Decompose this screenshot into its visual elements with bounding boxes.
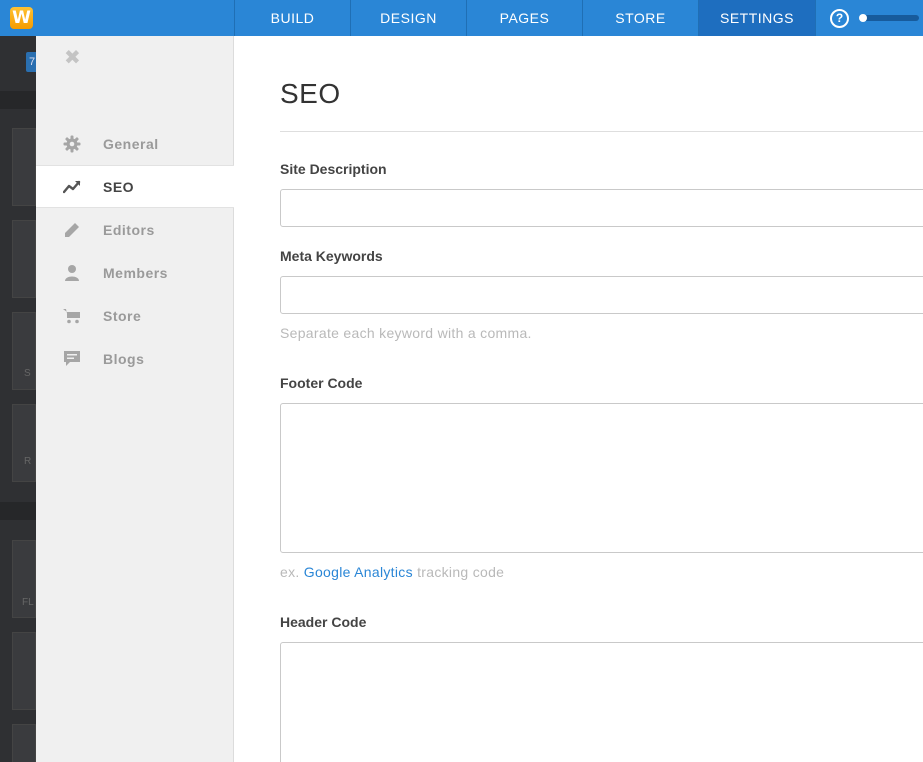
help-icon[interactable]: ? [830,8,849,28]
sidebar-item-label: SEO [103,178,135,195]
footer-code-label: Footer Code [280,375,363,391]
sidebar-item-label: General [103,135,159,152]
tab-settings[interactable]: SETTINGS [698,0,815,36]
sidebar-item-blogs[interactable]: Blogs [36,337,234,380]
background-letter: S [24,368,31,379]
comment-icon [62,349,81,368]
gear-icon [62,134,81,153]
background-bar [0,91,36,109]
sidebar-item-seo[interactable]: SEO [36,165,234,208]
pencil-icon [62,220,81,239]
settings-menu: General SEO Editors Members Store Blogs [36,122,234,380]
sidebar-item-editors[interactable]: Editors [36,208,234,251]
background-block [12,220,36,298]
page-title: SEO [280,78,341,109]
meta-keywords-label: Meta Keywords [280,248,383,264]
google-analytics-link[interactable]: Google Analytics [304,564,413,580]
logo-area: W [0,0,234,36]
hint-suffix: tracking code [417,564,505,580]
background-letter: R [24,456,32,467]
background-block [12,404,36,482]
zoom-slider[interactable] [859,14,919,22]
meta-keywords-hint: Separate each keyword with a comma. [280,325,532,341]
tab-store[interactable]: STORE [582,0,698,36]
sidebar-item-label: Blogs [103,350,145,367]
cart-icon [62,306,81,325]
background-letter: FL [22,597,34,608]
background-block [12,128,36,206]
footer-code-textarea[interactable] [280,403,923,553]
header-code-textarea[interactable] [280,642,923,762]
sidebar-item-store[interactable]: Store [36,294,234,337]
trend-icon [62,177,81,196]
sidebar-item-label: Members [103,264,168,281]
seo-panel: SEO Site Description Meta Keywords Separ… [234,36,923,762]
background-block [12,632,36,710]
meta-keywords-input[interactable] [280,276,923,314]
background-block [12,724,36,762]
background-bar [0,502,36,520]
editor-background: 7 S R FL [0,36,38,762]
site-description-input[interactable] [280,189,923,227]
tab-pages[interactable]: PAGES [466,0,582,36]
tab-design[interactable]: DESIGN [350,0,466,36]
sidebar-item-members[interactable]: Members [36,251,234,294]
weebly-logo[interactable]: W [10,7,33,29]
help-area: ? [815,0,923,36]
top-nav-bar: W BUILD DESIGN PAGES STORE SETTINGS ? [0,0,923,36]
close-icon[interactable]: ✖ [64,48,81,68]
sidebar-item-general[interactable]: General [36,122,234,165]
header-code-label: Header Code [280,614,367,630]
hint-prefix: ex. [280,564,300,580]
settings-sidebar: ✖ General SEO Editors Members Store Blog… [36,36,234,762]
footer-code-hint: ex. Google Analytics tracking code [280,564,504,580]
tab-build[interactable]: BUILD [234,0,350,36]
title-divider [280,131,923,132]
sidebar-item-label: Store [103,307,142,324]
site-description-label: Site Description [280,161,387,177]
user-icon [62,263,81,282]
slider-knob[interactable] [859,14,867,22]
sidebar-item-label: Editors [103,221,155,238]
